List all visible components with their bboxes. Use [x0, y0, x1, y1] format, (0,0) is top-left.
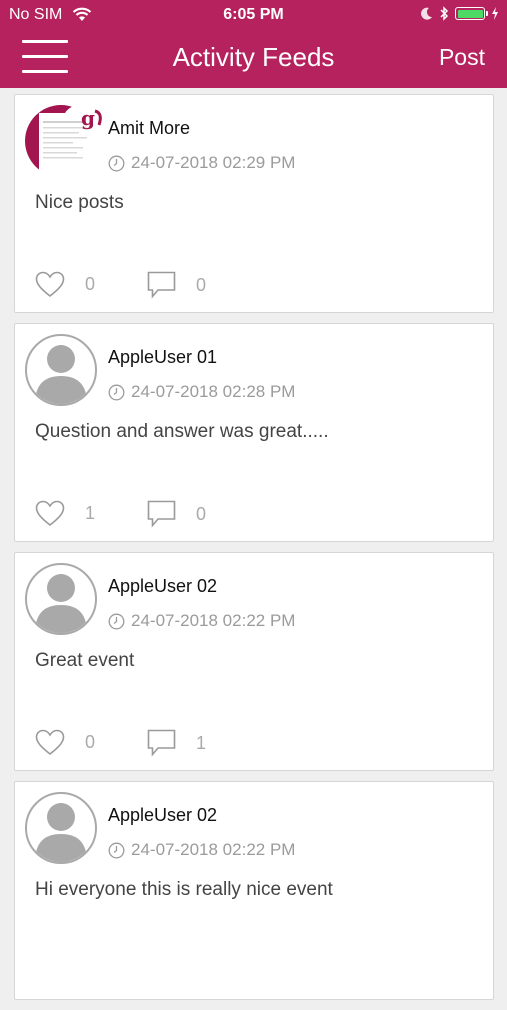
- post-actions: 0 0: [35, 271, 335, 301]
- feed-post[interactable]: AppleUser 02 24-07-2018 02:22 PM Hi ever…: [14, 781, 494, 1000]
- post-time-row: 24-07-2018 02:28 PM: [108, 382, 295, 402]
- feed-post[interactable]: AppleUser 01 24-07-2018 02:28 PM Questio…: [14, 323, 494, 542]
- svg-text:g: g: [81, 107, 95, 130]
- post-button[interactable]: Post: [439, 44, 485, 71]
- post-username[interactable]: Amit More: [108, 118, 190, 139]
- comment-button[interactable]: 0: [147, 500, 206, 528]
- post-time-row: 24-07-2018 02:22 PM: [108, 611, 295, 631]
- bluetooth-icon: [440, 6, 449, 21]
- comment-button[interactable]: 1: [147, 729, 206, 757]
- person-placeholder-icon: [35, 574, 87, 633]
- battery-icon: [455, 7, 488, 20]
- post-text: Great event: [35, 650, 135, 671]
- heart-icon: [35, 500, 65, 527]
- logo-mark: g: [81, 106, 107, 136]
- comment-count: 0: [196, 503, 207, 524]
- post-timestamp: 24-07-2018 02:29 PM: [131, 153, 296, 172]
- avatar[interactable]: [25, 334, 97, 406]
- avatar[interactable]: [25, 792, 97, 864]
- post-timestamp: 24-07-2018 02:22 PM: [131, 611, 296, 630]
- post-actions: 0 1: [35, 729, 335, 759]
- clock-icon: [108, 613, 125, 629]
- like-count: 1: [85, 503, 96, 523]
- app-header: No SIM 6:05 PM Activity Feeds Post: [0, 0, 507, 88]
- status-right: [421, 6, 499, 21]
- person-placeholder-icon: [35, 345, 87, 404]
- post-username[interactable]: AppleUser 01: [108, 347, 217, 368]
- like-count: 0: [85, 274, 96, 294]
- comment-count: 1: [196, 732, 207, 753]
- like-button[interactable]: 0: [35, 729, 95, 756]
- post-username[interactable]: AppleUser 02: [108, 576, 217, 597]
- post-text: Nice posts: [35, 192, 124, 213]
- like-count: 0: [85, 732, 96, 752]
- heart-icon: [35, 729, 65, 756]
- feed-post[interactable]: g Amit More 24-07-2018 02:29 PM Nice pos…: [14, 94, 494, 313]
- like-button[interactable]: 0: [35, 271, 95, 298]
- clock-icon: [108, 155, 125, 171]
- heart-icon: [35, 271, 65, 298]
- comment-icon: [147, 500, 176, 528]
- post-time-row: 24-07-2018 02:22 PM: [108, 840, 295, 860]
- comment-button[interactable]: 0: [147, 271, 206, 299]
- charging-icon: [492, 7, 498, 20]
- page-title: Activity Feeds: [172, 42, 335, 72]
- avatar[interactable]: [25, 563, 97, 635]
- clock-icon: [108, 842, 125, 858]
- post-actions: 1 0: [35, 500, 335, 530]
- like-button[interactable]: 1: [35, 500, 95, 527]
- post-text: Hi everyone this is really nice event: [35, 879, 333, 900]
- post-timestamp: 24-07-2018 02:28 PM: [131, 382, 296, 401]
- post-text: Question and answer was great.....: [35, 421, 329, 442]
- person-placeholder-icon: [35, 803, 87, 862]
- moon-icon: [421, 7, 432, 20]
- comment-icon: [147, 729, 176, 757]
- activity-feed[interactable]: g Amit More 24-07-2018 02:29 PM Nice pos…: [14, 94, 494, 1010]
- status-bar: No SIM 6:05 PM: [0, 0, 507, 30]
- clock-icon: [108, 384, 125, 400]
- comment-count: 0: [196, 274, 207, 295]
- post-username[interactable]: AppleUser 02: [108, 805, 217, 826]
- comment-icon: [147, 271, 176, 299]
- post-time-row: 24-07-2018 02:29 PM: [108, 153, 295, 173]
- feed-post[interactable]: AppleUser 02 24-07-2018 02:22 PM Great e…: [14, 552, 494, 771]
- post-timestamp: 24-07-2018 02:22 PM: [131, 840, 296, 859]
